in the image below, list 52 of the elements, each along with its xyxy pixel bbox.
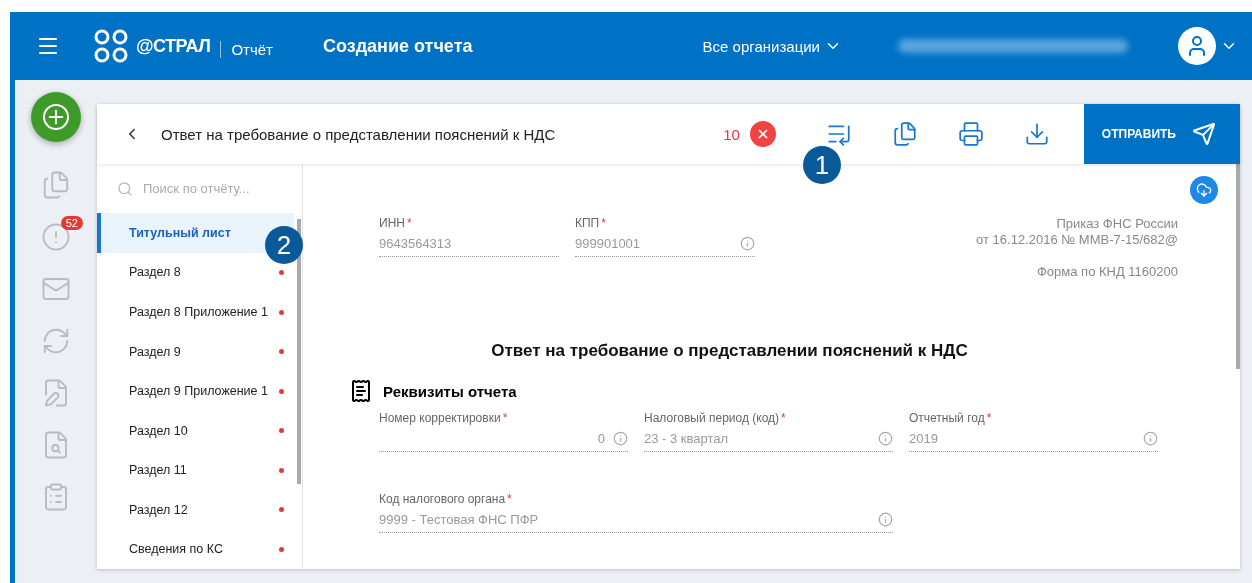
order-text: Приказ ФНС России (1056, 216, 1178, 231)
input-field[interactable]: 23 - 3 квартал (644, 425, 893, 452)
errors-button[interactable] (749, 121, 776, 147)
notification-badge: 52 (60, 216, 83, 230)
order-text: Форма по КНД 1160200 (1036, 264, 1178, 279)
error-count: 10 (723, 125, 740, 143)
field-label: ИНН * (379, 216, 413, 230)
info-icon[interactable] (878, 511, 893, 527)
organization-dropdown[interactable]: Все организации (696, 36, 848, 56)
section-item[interactable]: Раздел 8 Приложение 1 (97, 292, 294, 332)
logo-icon (94, 29, 128, 63)
report-title: Ответ на требование о представлении пояснений к НДС (161, 125, 556, 143)
field-label: КПП * (575, 216, 607, 230)
input-field[interactable]: 999901001 (575, 230, 755, 257)
brand-name: @СТРАЛ (136, 35, 211, 57)
order-text: от 16.12.2016 № ММВ-7-15/682@ (976, 232, 1178, 247)
section-item[interactable]: Раздел 12 (97, 489, 294, 530)
avatar-button[interactable] (1178, 27, 1216, 65)
field-label: Отчетный год * (909, 411, 993, 425)
step-marker: 1 (803, 146, 841, 184)
product-name: Отчёт (220, 40, 273, 58)
step-marker: 2 (265, 226, 303, 264)
input-field[interactable]: 2019 (909, 425, 1158, 452)
plus-icon (43, 104, 69, 130)
cloud-download-button[interactable] (1190, 176, 1218, 204)
cloud-download-icon (1196, 182, 1212, 198)
section-item[interactable]: Раздел 10 (97, 410, 294, 451)
send-icon (1192, 122, 1216, 146)
input-field[interactable]: 9999 - Тестовая ФНС ПФР (379, 506, 893, 533)
download-icon[interactable] (1023, 121, 1050, 147)
info-icon[interactable] (740, 235, 755, 251)
form-heading: Ответ на требование о представлении пояснений к НДС (491, 341, 968, 361)
field-label: Номер корректировки * (379, 411, 509, 425)
documents-icon[interactable] (891, 121, 918, 147)
info-icon[interactable] (613, 430, 628, 446)
section-title: Реквизиты отчета (383, 382, 517, 400)
section-item[interactable]: Раздел 9 (97, 331, 294, 372)
search-icon (117, 180, 133, 197)
info-icon[interactable] (1143, 430, 1158, 446)
info-icon[interactable] (878, 430, 893, 446)
input-field[interactable]: 0 (379, 425, 628, 452)
section-item[interactable]: Раздел 11 (97, 450, 294, 490)
input-field[interactable]: 9643564313 (379, 230, 559, 257)
section-item[interactable]: Сведения по КС (97, 529, 294, 569)
field-label: Код налогового органа * (379, 492, 513, 506)
print-icon[interactable] (957, 121, 984, 147)
page-title: Создание отчета (322, 35, 473, 57)
send-button[interactable]: ОТПРАВИТЬ (1083, 104, 1240, 164)
section-item[interactable]: Раздел 9 Приложение 1 (97, 371, 294, 411)
field-label: Налоговый период (код) * (644, 411, 787, 425)
section-icon (349, 379, 373, 403)
add-button[interactable] (31, 92, 81, 142)
